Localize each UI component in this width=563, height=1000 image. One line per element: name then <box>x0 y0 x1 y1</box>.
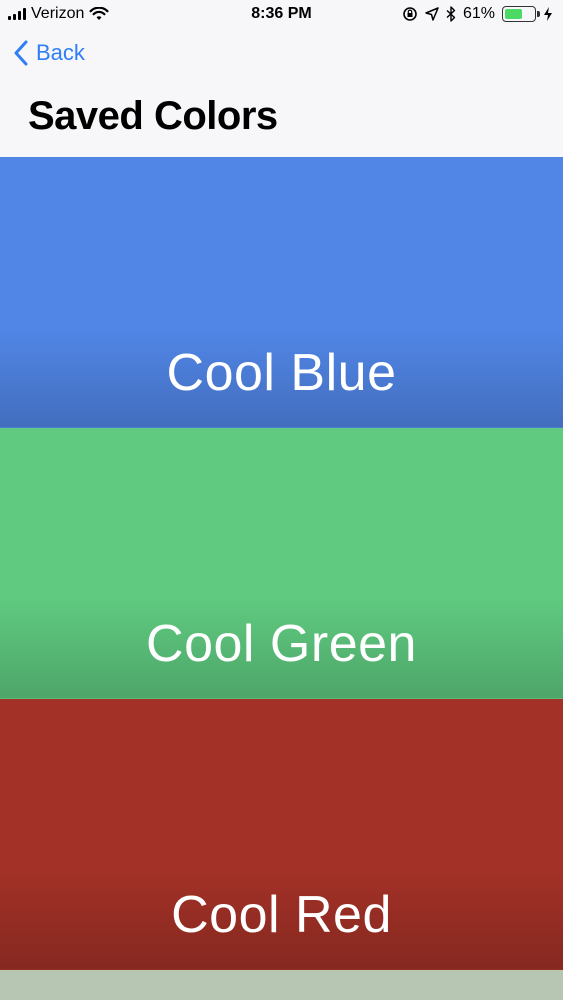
battery-fill <box>505 9 523 19</box>
screen: Verizon 8:36 PM 61% Back Saved Colors Co… <box>0 0 563 1000</box>
color-row-cool-blue[interactable]: Cool Blue <box>0 157 563 428</box>
saved-colors-list: Cool Blue Cool Green Cool Red <box>0 157 563 1000</box>
status-bar: Verizon 8:36 PM 61% <box>0 0 563 30</box>
chevron-left-icon <box>14 40 28 66</box>
charging-icon <box>544 7 552 21</box>
color-row-cool-green[interactable]: Cool Green <box>0 428 563 699</box>
color-row-cool-red[interactable]: Cool Red <box>0 699 563 970</box>
back-button[interactable]: Back <box>14 40 85 66</box>
color-row-partial[interactable] <box>0 970 563 1000</box>
color-name: Cool Blue <box>166 344 397 402</box>
color-name: Cool Green <box>146 615 417 673</box>
back-label: Back <box>36 40 85 65</box>
bluetooth-icon <box>446 6 456 22</box>
location-icon <box>425 7 439 21</box>
color-name: Cool Red <box>171 886 392 944</box>
rotation-lock-icon <box>403 7 417 21</box>
status-right: 61% <box>402 5 553 23</box>
battery-icon <box>502 6 540 22</box>
page-title: Saved Colors <box>28 94 278 138</box>
battery-percent: 61% <box>462 5 495 22</box>
